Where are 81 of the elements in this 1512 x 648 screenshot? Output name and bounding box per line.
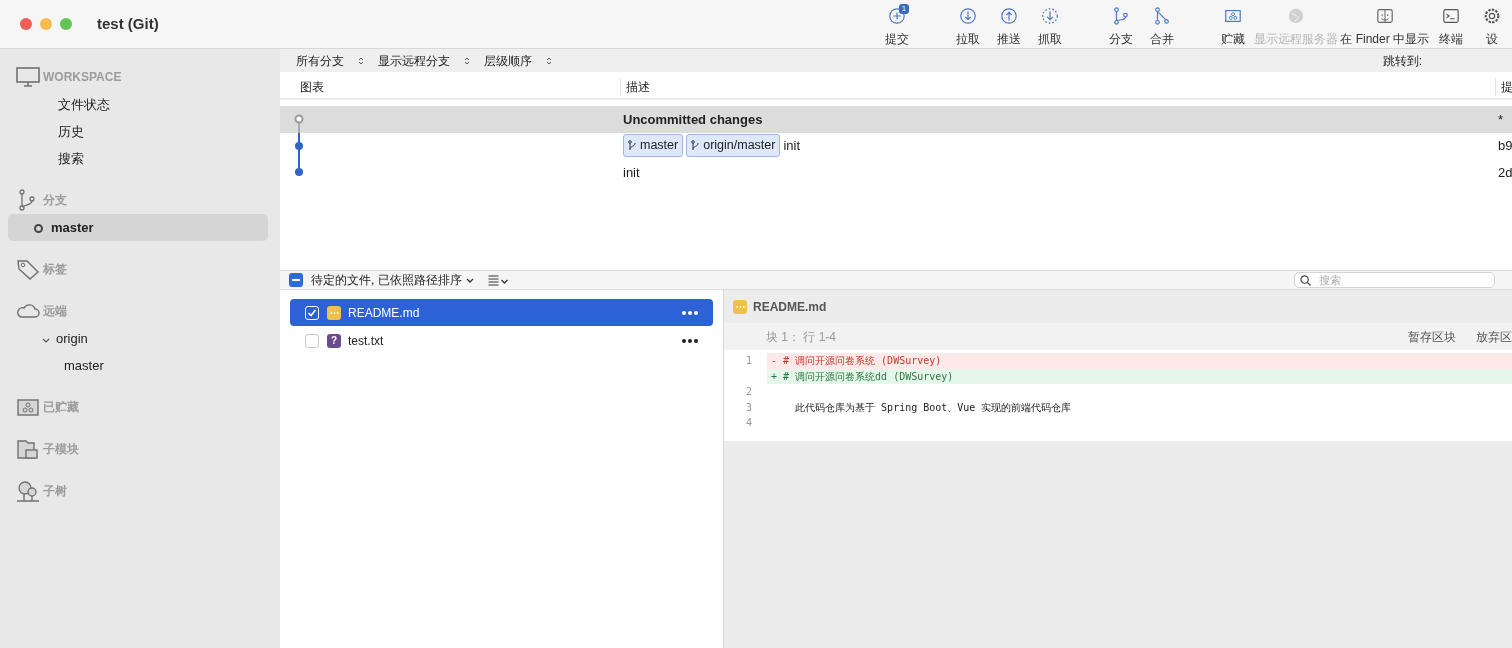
- hunk-button[interactable]: 放弃区: [1466, 327, 1512, 346]
- selected-row[interactable]: Uncommitted changes *: [280, 106, 1512, 133]
- up-down-arrows-icon: [358, 56, 364, 67]
- commit-hash: 2d: [1498, 163, 1512, 182]
- branch-tag: master: [623, 134, 684, 158]
- toolbar-button[interactable]: 拉取: [947, 6, 989, 48]
- line-number: 2: [744, 385, 752, 400]
- finder-face-icon: [1375, 6, 1394, 25]
- branch-icon: [628, 140, 637, 152]
- status-badge: ?: [327, 333, 341, 348]
- file-row[interactable]: ? test.txt: [290, 327, 713, 354]
- sidebar-item[interactable]: 搜索: [8, 145, 268, 172]
- toolbar-button[interactable]: 贮藏: [1212, 6, 1254, 48]
- section-label: 分支: [43, 192, 67, 209]
- up-down-arrows-icon: [546, 56, 552, 67]
- chevron-down-icon: [465, 277, 474, 283]
- section-label: 标签: [43, 261, 67, 278]
- toolbar-button[interactable]: 设: [1471, 6, 1512, 48]
- plus-circle-icon: [887, 6, 906, 25]
- settings-icon: [1482, 6, 1501, 25]
- hunk-button[interactable]: 暂存区块: [1398, 327, 1466, 346]
- dropdown[interactable]: 所有分支: [296, 51, 364, 70]
- checkbox[interactable]: [305, 333, 319, 348]
- monitor-icon: [16, 66, 40, 88]
- file-name: README.md: [753, 299, 827, 316]
- folders-icon: [16, 438, 40, 460]
- window-control-icon: [40, 18, 52, 30]
- tag-icon: [16, 258, 40, 280]
- commit-message: Uncommitted changes: [623, 110, 763, 129]
- toolbar-button[interactable]: 抓取: [1029, 6, 1071, 48]
- terminal-icon: [1441, 6, 1460, 25]
- file-name: test.txt: [348, 332, 384, 350]
- branch-icon: [1111, 6, 1130, 25]
- window-title: test (Git): [97, 13, 159, 34]
- sidebar-item[interactable]: 历史: [8, 118, 268, 145]
- section-label: 远端: [43, 303, 67, 320]
- toolbar-button[interactable]: 终端: [1430, 6, 1471, 48]
- merge-icon: [1152, 6, 1171, 25]
- line-number: 3: [744, 400, 752, 415]
- dropdown[interactable]: 显示远程分支: [378, 51, 470, 70]
- toolbar-button[interactable]: 提交 1: [876, 6, 918, 48]
- section-label: 子树: [43, 483, 67, 500]
- more-icon[interactable]: [681, 337, 699, 344]
- column-header: 提: [1495, 78, 1512, 96]
- dropdown[interactable]: 层级顺序: [484, 51, 552, 70]
- sidebar-item[interactable]: origin: [8, 325, 268, 352]
- trees-icon: [16, 480, 40, 502]
- code-line: 此代码仓库为基于 Spring Boot、Vue 实现的前端代码仓库: [794, 400, 1073, 415]
- toolbar-button[interactable]: 推送: [988, 6, 1030, 48]
- toolbar-button[interactable]: 在 Finder 中显示: [1339, 6, 1430, 48]
- window-control-icon: [20, 18, 32, 30]
- up-down-arrows-icon: [464, 56, 470, 67]
- commit-message: init: [783, 137, 801, 155]
- jump-to-label: 跳转到:: [1382, 52, 1422, 70]
- sidebar-item[interactable]: master: [8, 352, 268, 379]
- section-label: WORKSPACE: [43, 69, 122, 86]
- file-name: README.md: [348, 304, 420, 322]
- commit-hash: *: [1498, 110, 1505, 129]
- select-all-checkbox[interactable]: [289, 273, 303, 287]
- branch-icon: [691, 140, 701, 152]
- section-label: 子模块: [43, 441, 79, 458]
- commit-message: init: [623, 163, 640, 182]
- count-badge: 1: [898, 3, 910, 14]
- globe-icon: [1287, 6, 1306, 25]
- line-number: 1: [744, 354, 752, 369]
- column-header: 描述: [620, 78, 1495, 96]
- column-header: 图表: [299, 79, 325, 96]
- modified-icon: [733, 300, 747, 314]
- search-field[interactable]: 搜索: [1294, 272, 1495, 288]
- sidebar-item[interactable]: 文件状态: [8, 91, 268, 118]
- commit-hash: b9: [1498, 137, 1512, 155]
- sort-menu[interactable]: 待定的文件, 已依照路径排序: [311, 271, 462, 289]
- section-label: 已贮藏: [43, 399, 79, 416]
- stash-box-icon: [16, 396, 40, 418]
- toolbar-button[interactable]: 分支: [1100, 6, 1142, 48]
- window-control-icon: [60, 18, 72, 30]
- hunk-label: 块 1： 行 1-4: [766, 328, 837, 346]
- toolbar-button[interactable]: 合并: [1141, 6, 1183, 48]
- sidebar-item[interactable]: master: [8, 214, 268, 241]
- branch-tag: origin/master: [686, 134, 781, 158]
- line-number: 4: [744, 416, 752, 431]
